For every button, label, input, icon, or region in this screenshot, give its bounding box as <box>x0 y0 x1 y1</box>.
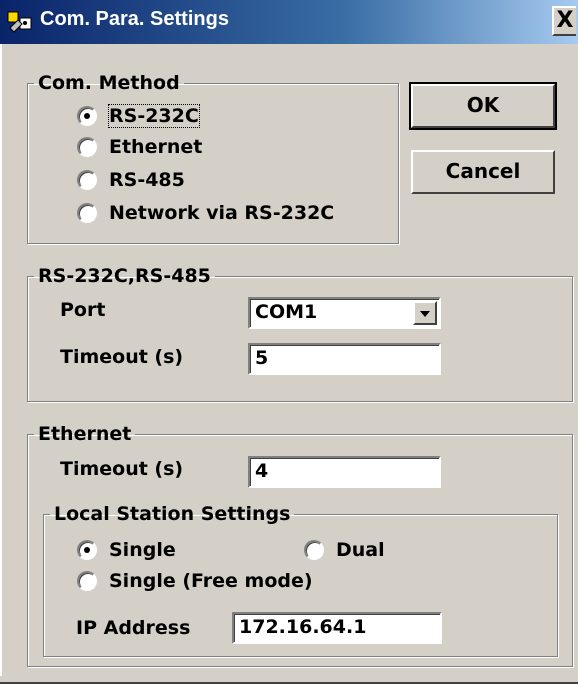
settings-dialog: Com. Para. Settings X Com. Method RS-232… <box>0 0 578 684</box>
serial-timeout-label: Timeout (s) <box>60 346 184 368</box>
serial-timeout-field[interactable]: 5 <box>248 343 441 375</box>
close-button[interactable]: X <box>552 6 576 36</box>
radio-single-free-mode[interactable]: Single (Free mode) <box>77 568 313 594</box>
radio-label: Ethernet <box>109 136 203 158</box>
settings-app-icon <box>7 11 32 33</box>
radio-rs485[interactable]: RS-485 <box>77 167 185 193</box>
radio-unselected-icon <box>77 170 97 190</box>
chevron-down-icon[interactable] <box>413 301 437 325</box>
radio-single[interactable]: Single <box>77 537 176 563</box>
serial-settings-group: RS-232C,RS-485 <box>27 265 573 402</box>
radio-unselected-icon <box>77 137 97 157</box>
radio-label: RS-232C <box>108 104 200 128</box>
com-method-legend: Com. Method <box>38 72 180 94</box>
window-title: Com. Para. Settings <box>40 8 229 30</box>
port-select-value: COM1 <box>255 301 318 323</box>
ethernet-legend: Ethernet <box>38 423 132 445</box>
radio-network-via-rs232c[interactable]: Network via RS-232C <box>77 200 334 226</box>
radio-rs232c[interactable]: RS-232C <box>77 103 200 129</box>
port-select[interactable]: COM1 <box>248 297 441 329</box>
ok-button[interactable]: OK <box>409 82 557 130</box>
window-frame-left <box>0 44 8 684</box>
radio-label: Dual <box>336 539 385 561</box>
radio-label: RS-485 <box>109 169 185 191</box>
radio-label: Network via RS-232C <box>109 202 335 224</box>
radio-label: Single <box>109 539 176 561</box>
local-station-legend: Local Station Settings <box>54 503 291 525</box>
radio-ethernet[interactable]: Ethernet <box>77 134 202 160</box>
window-frame-bottom <box>0 676 578 684</box>
serial-settings-legend: RS-232C,RS-485 <box>38 265 211 287</box>
radio-dual[interactable]: Dual <box>304 537 385 563</box>
title-bar[interactable]: Com. Para. Settings X <box>0 0 578 44</box>
ethernet-timeout-field[interactable]: 4 <box>248 456 441 488</box>
radio-unselected-icon <box>304 540 324 560</box>
radio-unselected-icon <box>77 203 97 223</box>
ethernet-timeout-label: Timeout (s) <box>60 458 184 480</box>
cancel-button[interactable]: Cancel <box>411 150 555 194</box>
radio-unselected-icon <box>77 571 97 591</box>
ip-address-field[interactable]: 172.16.64.1 <box>232 612 442 644</box>
radio-label: Single (Free mode) <box>109 570 313 592</box>
ip-address-label: IP Address <box>76 617 191 639</box>
radio-selected-icon <box>77 540 97 560</box>
radio-selected-icon <box>77 106 97 126</box>
port-label: Port <box>60 299 106 321</box>
